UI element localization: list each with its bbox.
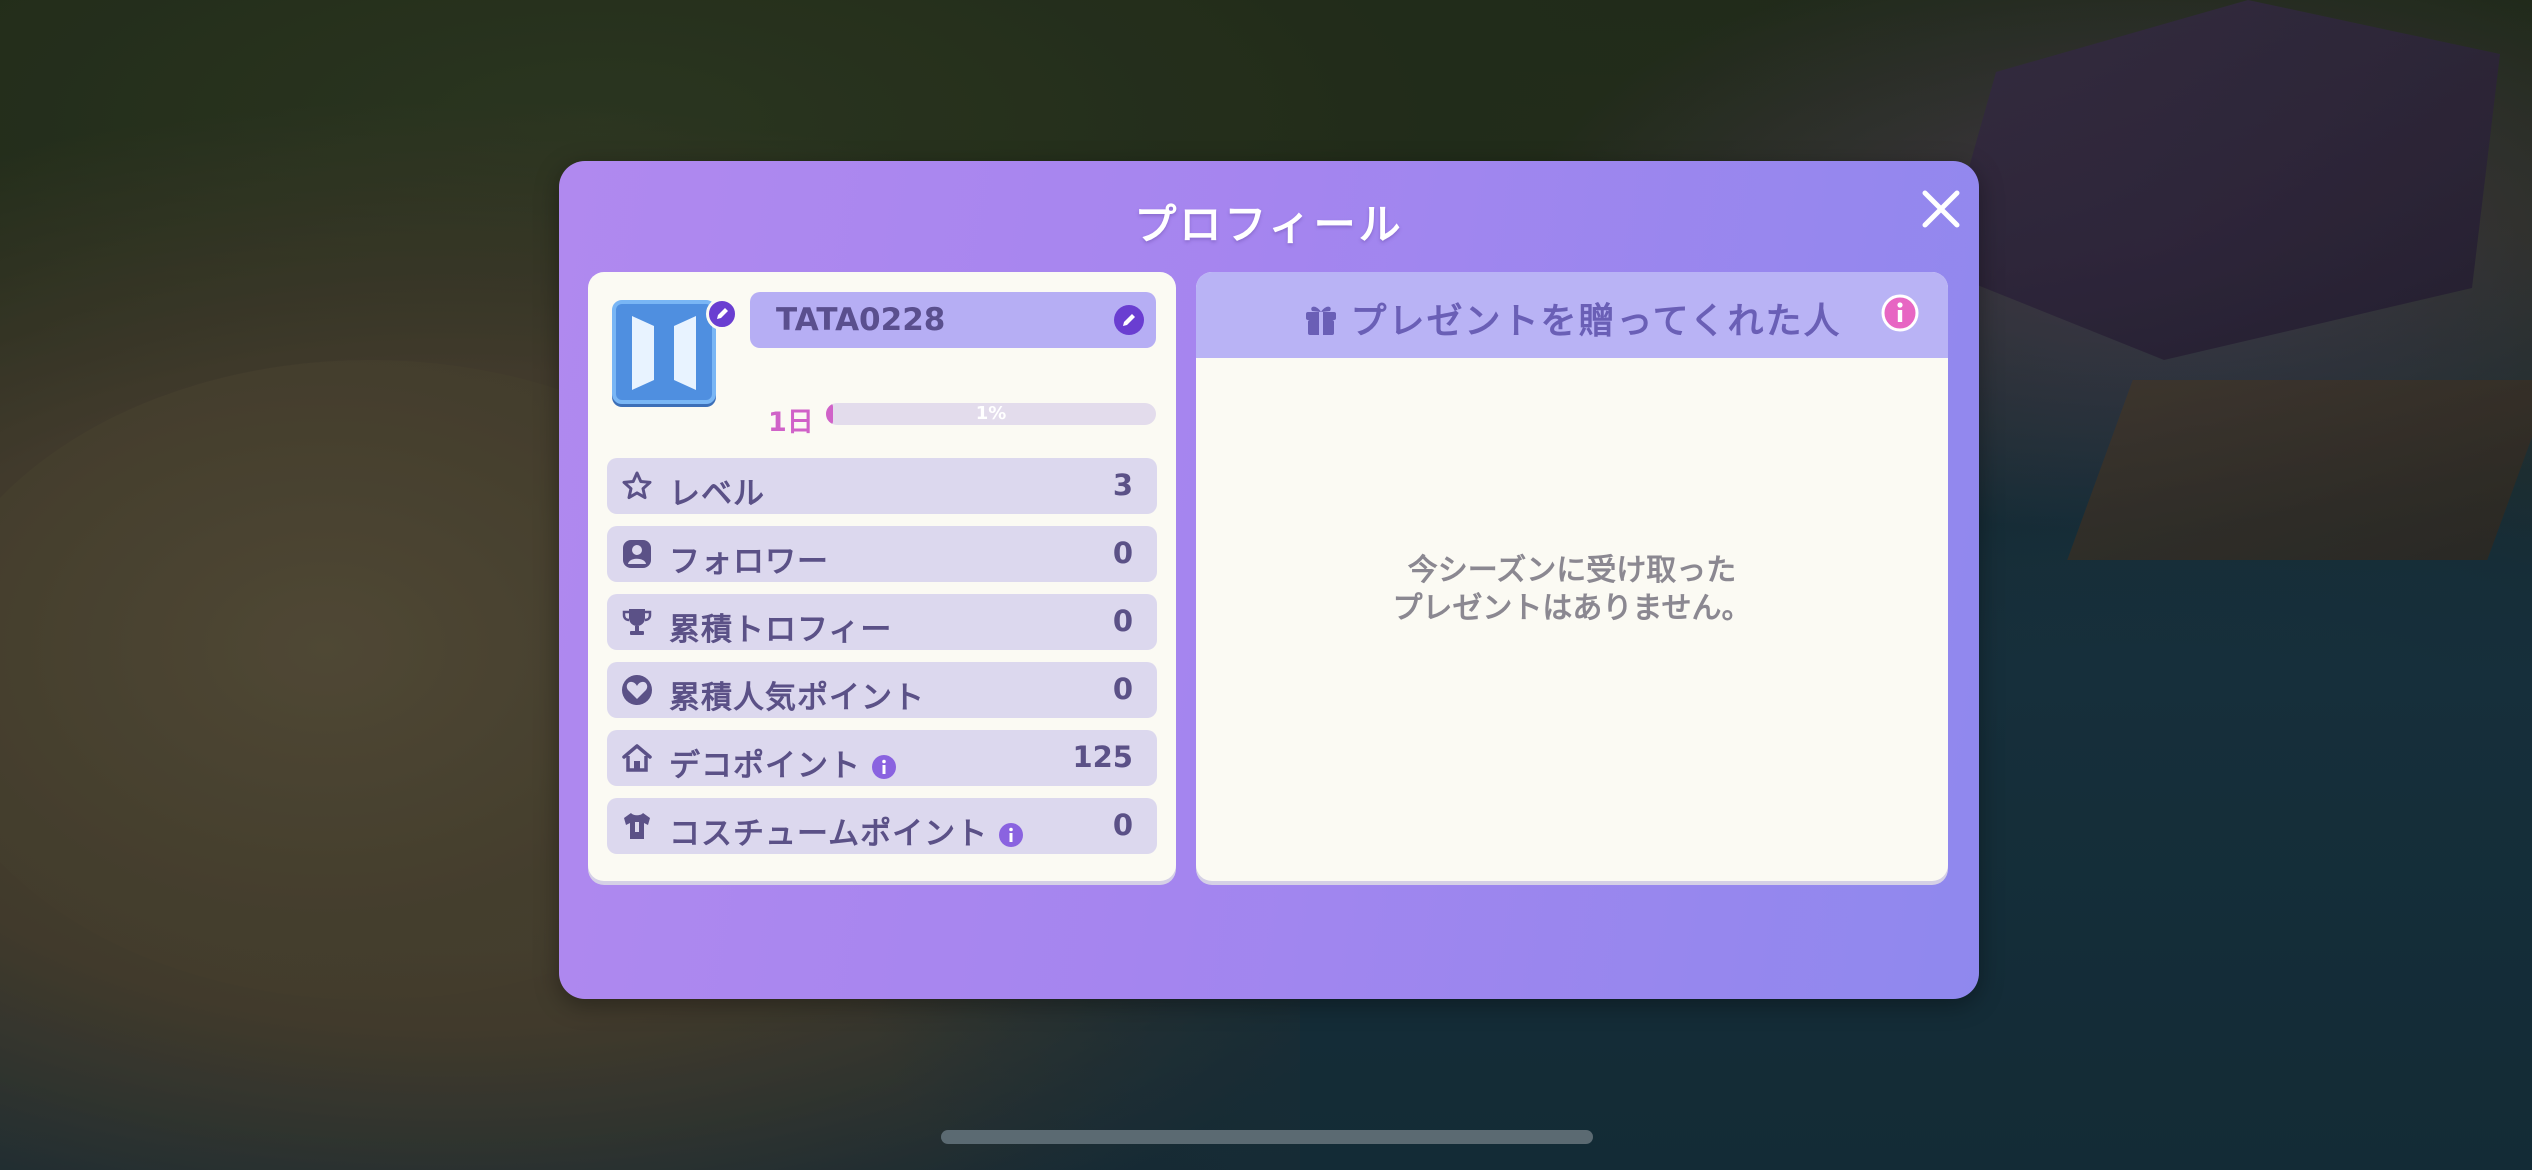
stat-label-text: デコポイント bbox=[669, 748, 861, 784]
trophy-icon bbox=[621, 606, 653, 638]
stat-label: デコポイント bbox=[669, 740, 897, 785]
stat-row-level: レベル 3 bbox=[607, 458, 1157, 514]
stat-value: 0 bbox=[1112, 672, 1133, 706]
info-icon bbox=[1881, 294, 1919, 332]
stat-value: 3 bbox=[1112, 468, 1133, 502]
stat-value: 125 bbox=[1072, 740, 1133, 774]
stat-row-followers: フォロワー 0 bbox=[607, 526, 1157, 582]
stat-label: 累積人気ポイント bbox=[669, 680, 925, 716]
home-indicator[interactable] bbox=[941, 1130, 1593, 1144]
gift-panel: プレゼントを贈ってくれた人 今シーズンに受け取った プレゼントはありません。 bbox=[1196, 272, 1948, 881]
stat-row-costume-points: コスチュームポイント 0 bbox=[607, 798, 1157, 854]
gift-info-button[interactable] bbox=[1880, 293, 1920, 333]
stat-label: フォロワー bbox=[669, 544, 829, 580]
stat-value: 0 bbox=[1112, 808, 1133, 842]
username-field[interactable]: TATA0228 bbox=[750, 292, 1156, 348]
stat-row-popularity: 累積人気ポイント 0 bbox=[607, 662, 1157, 718]
stat-value: 0 bbox=[1112, 604, 1133, 638]
profile-panel: TATA0228 1日 1% レベル 3 フォロワー 0 累積トロフィー 0 累… bbox=[588, 272, 1176, 881]
stat-row-trophies: 累積トロフィー 0 bbox=[607, 594, 1157, 650]
follower-icon bbox=[621, 538, 653, 570]
info-icon[interactable] bbox=[871, 752, 897, 779]
day-progress-bar: 1% bbox=[826, 403, 1156, 425]
shirt-icon bbox=[621, 810, 653, 842]
profile-dialog: プロフィール TATA0228 1日 1% レベル 3 フォロワー 0 累積トロ… bbox=[559, 161, 1979, 999]
pencil-icon bbox=[717, 308, 728, 319]
gift-panel-title: プレゼントを贈ってくれた人 bbox=[1196, 292, 1948, 344]
stat-value: 0 bbox=[1112, 536, 1133, 570]
empty-gifts-message: 今シーズンに受け取った プレゼントはありません。 bbox=[1196, 552, 1948, 628]
progress-text: 1% bbox=[975, 403, 1007, 424]
avatar-edit-button[interactable] bbox=[706, 298, 738, 330]
pencil-icon bbox=[1123, 314, 1135, 326]
username-edit-button[interactable] bbox=[1114, 305, 1144, 335]
stat-label: コスチュームポイント bbox=[669, 808, 1024, 853]
empty-message-line2: プレゼントはありません。 bbox=[1392, 591, 1752, 626]
dialog-title: プロフィール bbox=[1134, 200, 1404, 249]
stat-row-deco-points: デコポイント 125 bbox=[607, 730, 1157, 786]
star-icon bbox=[621, 470, 653, 502]
gift-icon bbox=[1302, 300, 1340, 338]
gift-panel-header: プレゼントを贈ってくれた人 bbox=[1196, 272, 1948, 358]
close-button[interactable] bbox=[1911, 179, 1971, 239]
day-label: 1日 bbox=[768, 407, 814, 438]
stat-label-text: コスチュームポイント bbox=[669, 816, 989, 852]
close-icon bbox=[1922, 190, 1960, 228]
stat-label: 累積トロフィー bbox=[669, 612, 893, 648]
avatar-container bbox=[612, 298, 738, 410]
heart-icon bbox=[621, 674, 653, 706]
bts-logo-icon bbox=[632, 316, 696, 390]
empty-message-line1: 今シーズンに受け取った bbox=[1407, 553, 1737, 588]
info-icon[interactable] bbox=[998, 820, 1024, 847]
avatar[interactable] bbox=[612, 300, 716, 404]
house-icon bbox=[621, 742, 653, 774]
username: TATA0228 bbox=[776, 302, 946, 338]
stat-label: レベル bbox=[669, 476, 765, 512]
gift-panel-title-text: プレゼントを贈ってくれた人 bbox=[1350, 301, 1842, 342]
